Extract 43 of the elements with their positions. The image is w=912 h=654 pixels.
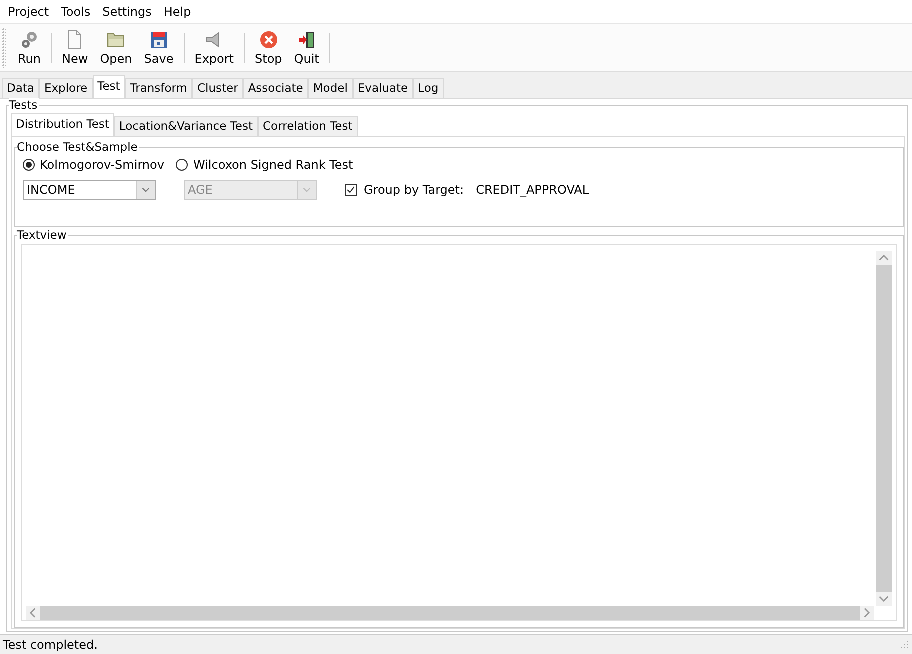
menu-item[interactable]: Project — [2, 4, 56, 18]
exit-door-icon — [296, 30, 317, 50]
tab[interactable]: Location&Variance Test — [114, 116, 258, 136]
toolbar-button[interactable]: Run — [12, 26, 48, 70]
toolbar-button[interactable]: Quit — [288, 26, 326, 70]
toolbar-button[interactable]: Stop — [249, 26, 288, 70]
tab[interactable]: Model — [308, 78, 353, 98]
tab[interactable]: Distribution Test — [11, 113, 114, 136]
checkbox[interactable] — [345, 184, 357, 196]
tab[interactable]: Correlation Test — [258, 116, 358, 136]
radio-button[interactable] — [23, 159, 35, 171]
status-text: Test completed. — [3, 638, 98, 652]
toolbar-button[interactable]: Export — [188, 26, 240, 70]
text-view[interactable] — [21, 244, 897, 621]
radio-label[interactable]: Kolmogorov-Smirnov — [40, 158, 164, 172]
toolbar-button[interactable]: Open — [94, 26, 138, 70]
menu-item[interactable]: Tools — [55, 4, 97, 18]
group-title: Tests — [9, 98, 39, 112]
toolbar-grip[interactable] — [2, 28, 6, 68]
target-value: CREDIT_APPROVAL — [476, 183, 590, 197]
tab[interactable]: Evaluate — [352, 78, 414, 98]
tab[interactable]: Test — [92, 75, 126, 98]
toolbar-button[interactable]: New — [56, 26, 94, 70]
gears-icon — [20, 30, 40, 50]
tab[interactable]: Transform — [125, 78, 192, 98]
tab[interactable]: Cluster — [192, 78, 244, 98]
tab[interactable]: Explore — [39, 78, 93, 98]
group-title: Choose Test&Sample — [17, 140, 139, 154]
tab[interactable]: Data — [2, 78, 40, 98]
menu-item[interactable]: Settings — [96, 4, 158, 18]
vertical-scrollbar[interactable] — [876, 251, 892, 606]
size-grip-icon[interactable] — [900, 640, 910, 650]
checkbox-label[interactable]: Group by Target: — [364, 183, 464, 197]
horizontal-scrollbar[interactable] — [26, 606, 874, 620]
tab[interactable]: Associate — [243, 78, 308, 98]
radio-label[interactable]: Wilcoxon Signed Rank Test — [193, 158, 354, 172]
group-title: Textview — [17, 228, 68, 242]
dropdown[interactable]: INCOME — [23, 180, 156, 200]
tab[interactable]: Log — [413, 78, 444, 98]
toolbar-button[interactable]: Save — [138, 26, 180, 70]
radio-button[interactable] — [176, 159, 188, 171]
stop-icon — [258, 30, 279, 50]
menu-item[interactable]: Help — [158, 4, 198, 18]
